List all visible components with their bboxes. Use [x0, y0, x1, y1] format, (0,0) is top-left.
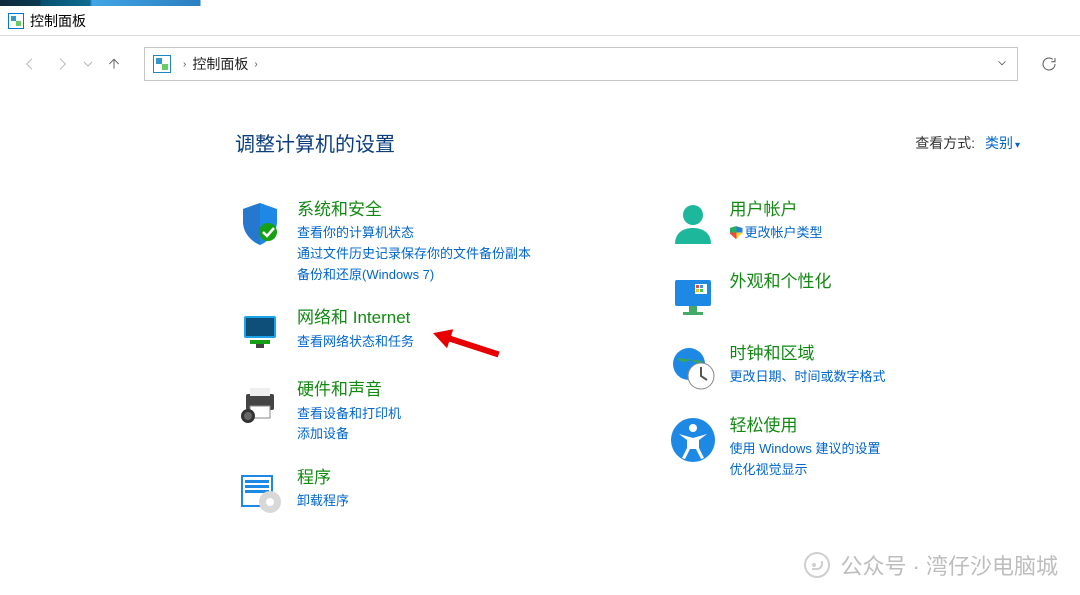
- wechat-icon: [804, 552, 830, 578]
- up-button[interactable]: [98, 48, 130, 80]
- page-title: 调整计算机的设置: [235, 128, 395, 157]
- chevron-right-icon[interactable]: ›: [254, 59, 257, 70]
- accessibility-icon: [668, 415, 718, 465]
- chevron-right-icon[interactable]: ›: [183, 59, 186, 70]
- sublink-devices-printers[interactable]: 查看设备和打印机: [297, 404, 401, 425]
- sublink-change-date-time[interactable]: 更改日期、时间或数字格式: [730, 367, 886, 388]
- category-system-security: 系统和安全 查看你的计算机状态 通过文件历史记录保存你的文件备份副本 备份和还原…: [235, 199, 588, 285]
- programs-icon: [235, 467, 285, 517]
- category-link-programs[interactable]: 程序: [297, 467, 349, 489]
- category-appearance: 外观和个性化: [668, 271, 1021, 321]
- category-link-clock-region[interactable]: 时钟和区域: [730, 343, 886, 365]
- category-hardware-sound: 硬件和声音 查看设备和打印机 添加设备: [235, 379, 588, 445]
- printer-icon: [235, 379, 285, 429]
- window-title: 控制面板: [30, 11, 86, 31]
- sublink-computer-status[interactable]: 查看你的计算机状态: [297, 223, 531, 244]
- forward-button[interactable]: [46, 48, 78, 80]
- sublink-add-device[interactable]: 添加设备: [297, 424, 401, 445]
- watermark-text: 公众号 · 湾仔沙电脑城: [840, 549, 1058, 581]
- category-link-hardware[interactable]: 硬件和声音: [297, 379, 401, 401]
- back-button[interactable]: [14, 48, 46, 80]
- category-link-network[interactable]: 网络和 Internet: [297, 307, 414, 329]
- category-link-user-accounts[interactable]: 用户帐户: [730, 199, 823, 221]
- sublink-backup-restore[interactable]: 备份和还原(Windows 7): [297, 265, 531, 286]
- watermark: 公众号 · 湾仔沙电脑城: [804, 549, 1058, 581]
- refresh-button[interactable]: [1032, 47, 1066, 81]
- sublink-file-history[interactable]: 通过文件历史记录保存你的文件备份副本: [297, 244, 531, 265]
- category-network-internet: 网络和 Internet 查看网络状态和任务: [235, 307, 588, 357]
- view-by-value[interactable]: 类别: [985, 135, 1013, 151]
- view-by-control[interactable]: 查看方式: 类别▾: [915, 133, 1020, 153]
- control-panel-icon: [153, 55, 171, 73]
- category-link-ease[interactable]: 轻松使用: [730, 415, 881, 437]
- sublink-network-status[interactable]: 查看网络状态和任务: [297, 332, 414, 353]
- sublink-uninstall[interactable]: 卸载程序: [297, 491, 349, 512]
- category-clock-region: 时钟和区域 更改日期、时间或数字格式: [668, 343, 1021, 393]
- view-by-label: 查看方式:: [915, 135, 975, 151]
- title-bar: 控制面板: [0, 6, 1080, 36]
- category-link-appearance[interactable]: 外观和个性化: [730, 271, 832, 293]
- address-bar[interactable]: › 控制面板 ›: [144, 47, 1018, 81]
- category-user-accounts: 用户帐户 更改帐户类型: [668, 199, 1021, 249]
- nav-bar: › 控制面板 ›: [0, 36, 1080, 92]
- network-icon: [235, 307, 285, 357]
- clock-globe-icon: [668, 343, 718, 393]
- sublink-windows-suggest[interactable]: 使用 Windows 建议的设置: [730, 439, 881, 460]
- address-dropdown-button[interactable]: [995, 56, 1009, 73]
- category-link-system-security[interactable]: 系统和安全: [297, 199, 531, 221]
- breadcrumb-root[interactable]: 控制面板: [192, 54, 248, 74]
- category-ease-of-access: 轻松使用 使用 Windows 建议的设置 优化视觉显示: [668, 415, 1021, 481]
- sublink-optimize-display[interactable]: 优化视觉显示: [730, 460, 881, 481]
- uac-shield-icon: [730, 226, 743, 239]
- category-programs: 程序 卸载程序: [235, 467, 588, 517]
- chevron-down-icon: ▾: [1015, 140, 1020, 151]
- monitor-icon: [668, 271, 718, 321]
- sublink-change-account-type[interactable]: 更改帐户类型: [730, 223, 823, 244]
- shield-icon: [235, 199, 285, 249]
- recent-locations-button[interactable]: [78, 48, 98, 80]
- user-icon: [668, 199, 718, 249]
- control-panel-icon: [8, 13, 24, 29]
